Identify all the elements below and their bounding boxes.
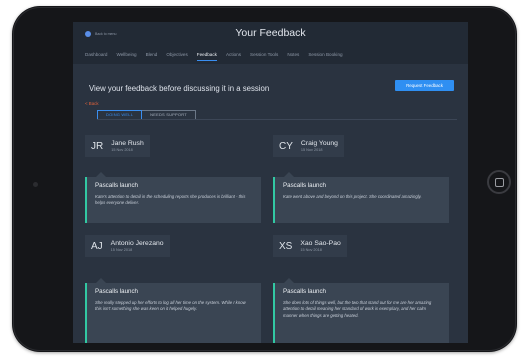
feedback-body: Pascalls launch Kate went above and beyo… (273, 172, 449, 223)
feedback-title: Pascalls launch (95, 182, 138, 189)
back-link[interactable]: < Back (85, 101, 99, 106)
feedback-date: 15 Nov 2018 (300, 147, 323, 152)
feedback-date: 15 Nov 2018 (111, 147, 133, 152)
page-title: Your Feedback (235, 27, 306, 39)
main-nav: Dashboard Wellbeing Blend Objectives Fee… (85, 52, 343, 61)
nav-notes[interactable]: Notes (287, 52, 299, 57)
nav-blend[interactable]: Blend (146, 52, 158, 57)
feedback-text: She does lots of things well, but the tw… (283, 300, 432, 318)
feedback-body: Pascalls launch She does lots of things … (273, 278, 449, 343)
nav-wellbeing[interactable]: Wellbeing (116, 52, 136, 57)
request-feedback-button[interactable]: Request Feedback (395, 80, 454, 91)
app-screen: Back to menu Your Feedback Dashboard Wel… (73, 22, 468, 343)
nav-session-tools[interactable]: Session Tools (250, 52, 278, 57)
nav-session-booking[interactable]: Session Booking (308, 52, 342, 57)
person-name: Jane Rush (111, 139, 144, 147)
feedback-date: 15 Nov 2018 (300, 247, 322, 252)
nav-dashboard[interactable]: Dashboard (85, 52, 107, 57)
intro-text: View your feedback before discussing it … (89, 84, 270, 93)
person-header: JR Jane Rush 15 Nov 2018 (85, 135, 150, 157)
feedback-date: 15 Nov 2018 (110, 247, 133, 252)
camera-icon (33, 182, 38, 187)
person-header: CY Craig Young 15 Nov 2018 (273, 135, 344, 157)
avatar-initials: JR (91, 140, 104, 152)
avatar-initials: XS (279, 240, 293, 252)
avatar-initials: CY (279, 140, 293, 152)
nav-feedback[interactable]: Feedback (196, 52, 218, 61)
person-header: XS Xao Sao-Pao 15 Nov 2018 (273, 235, 347, 257)
person-name: Xao Sao-Pao (300, 239, 341, 247)
person-name: Craig Young (300, 139, 338, 147)
person-header: AJ Antonio Jerezano 15 Nov 2018 (85, 235, 170, 257)
feedback-text: Kate went above and beyond on this proje… (283, 194, 422, 199)
feedback-header: View your feedback before discussing it … (85, 75, 457, 120)
feedback-text: Kate's attention to detail in the schedu… (95, 194, 246, 206)
feedback-body: Pascalls launch She really stepped up he… (85, 278, 261, 343)
tabs-divider (97, 119, 457, 120)
nav-actions[interactable]: Actions (226, 52, 241, 57)
feedback-body: Pascalls launch Kate's attention to deta… (85, 172, 261, 223)
feedback-title: Pascalls launch (95, 288, 138, 295)
feedback-title: Pascalls launch (283, 288, 326, 295)
feedback-text: She really stepped up her efforts to log… (95, 300, 246, 312)
top-bar: Back to menu Your Feedback Dashboard Wel… (73, 22, 468, 64)
avatar-initials: AJ (91, 240, 103, 252)
home-square-icon (494, 177, 504, 187)
home-button[interactable] (487, 170, 511, 194)
nav-objectives[interactable]: Objectives (166, 52, 187, 57)
feedback-title: Pascalls launch (283, 182, 326, 189)
person-name: Antonio Jerezano (110, 239, 164, 247)
